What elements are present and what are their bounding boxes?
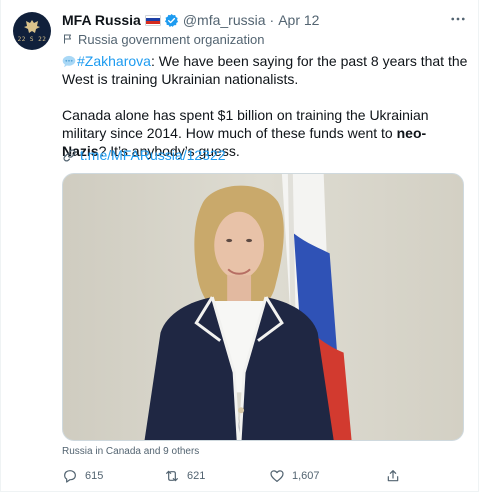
retweet-count: 621: [187, 470, 206, 482]
telegram-link[interactable]: t.me/MFARussia/12322: [80, 147, 226, 163]
tweet-header: MFA Russia @mfa_russia · Apr 12: [62, 11, 319, 29]
government-label: Russia government organization: [62, 31, 264, 47]
like-count: 1,607: [292, 470, 320, 482]
tweet-paragraph-1: #Zakharova: We have been saying for the …: [62, 52, 470, 88]
tweet-text: #Zakharova: We have been saying for the …: [62, 52, 470, 160]
government-label-text: Russia government organization: [78, 31, 265, 47]
account-name[interactable]: MFA Russia: [62, 12, 141, 28]
portrait-photo-illustration: [63, 174, 463, 440]
avatar[interactable]: 22 S 22: [13, 12, 51, 50]
account-handle[interactable]: @mfa_russia: [183, 12, 266, 28]
more-icon[interactable]: [448, 9, 468, 29]
more-dots-icon: [451, 17, 465, 21]
retweet-button[interactable]: 621: [164, 466, 205, 486]
flag-icon: [64, 34, 71, 44]
heart-icon: [270, 470, 284, 482]
share-icon: [387, 470, 399, 482]
hashtag-link[interactable]: #Zakharova: [77, 53, 151, 69]
tweet-date[interactable]: Apr 12: [278, 12, 319, 28]
like-button[interactable]: 1,607: [269, 466, 320, 486]
tweet-line-2-start: Canada alone has spent $1 billion on tra…: [62, 107, 429, 141]
speech-balloon-icon: [62, 55, 76, 68]
tagged-users[interactable]: Russia in Canada and 9 others: [62, 446, 199, 457]
telegram-link-row: t.me/MFARussia/12322: [62, 146, 226, 164]
tweet-photo[interactable]: [62, 173, 464, 441]
verified-badge-icon: [164, 13, 178, 27]
share-button[interactable]: [385, 466, 408, 486]
reply-button[interactable]: 615: [62, 466, 103, 486]
link-icon: [63, 149, 76, 161]
reply-icon: [64, 470, 76, 483]
reply-count: 615: [85, 470, 104, 482]
russia-flag-icon: [144, 14, 161, 26]
retweet-icon: [166, 470, 178, 482]
eagle-emblem-icon: [24, 20, 40, 33]
avatar-text: 22 S 22: [17, 36, 47, 43]
separator-dot: ·: [269, 12, 275, 28]
tweet-actions: 615 621 1,607: [62, 466, 470, 486]
